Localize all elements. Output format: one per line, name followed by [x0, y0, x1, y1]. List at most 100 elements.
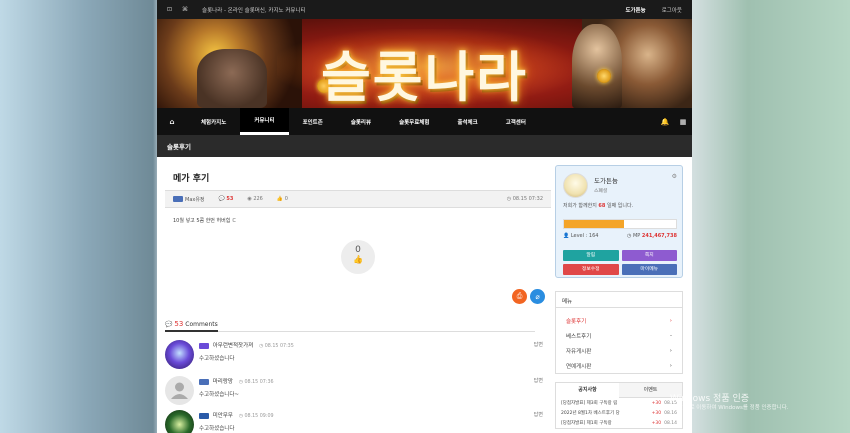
comment-author[interactable]: 마리랑망	[213, 379, 233, 385]
avatar[interactable]	[563, 173, 588, 198]
chevron-right-icon: ›	[669, 347, 672, 354]
comment-icon: 💬	[218, 196, 225, 202]
post-author[interactable]: Max유정	[185, 196, 205, 203]
site-logo[interactable]: 슬롯나라	[157, 33, 692, 108]
eye-icon: ◉	[247, 196, 252, 202]
home-icon[interactable]: ⌂	[157, 118, 187, 126]
reply-button[interactable]: 답변	[534, 341, 543, 348]
comment-text: 수고하셨습니다	[199, 426, 235, 432]
comment-time: ◷ 08.15 09:09	[238, 414, 274, 419]
membership-duration: 저희가 함께한지 68 일째 입니다.	[563, 203, 634, 209]
page-wrapper: ⊡ ⌘ 슬롯나라 - 온라인 슬롯머신, 카지노 커뮤니티 도가튼늉 로그아웃 …	[157, 0, 692, 433]
comment-text: 수고하셨습니다~	[199, 392, 240, 398]
post-meta: Max유정 💬 53 ◉ 226 👍 0 ◷ 08.15 07:32	[165, 190, 551, 208]
default-user-icon	[171, 382, 188, 399]
grid-menu-icon[interactable]: ▦	[674, 118, 692, 126]
notice-row[interactable]: 2022년 8월1차 베스트후기 당 +30 08.16	[556, 408, 682, 418]
profile-name: 도가튼늉	[594, 177, 618, 185]
avatar[interactable]	[165, 340, 194, 369]
comment-time: ◷ 08.15 07:36	[238, 380, 274, 385]
like-count: 👍 0	[276, 196, 288, 202]
comment-time: ◷ 08.15 07:35	[258, 344, 294, 349]
comment-count: 💬 53	[218, 196, 234, 202]
mp-stat: ◷ MP 241,467,738	[626, 233, 677, 239]
comment-item: 미안무무 ◷ 08.15 09:09 수고하셨습니다 답변	[165, 410, 543, 433]
tab-notices[interactable]: 공지사항	[556, 383, 619, 398]
post-body: 10월 넣고 5콤 한번 허버힙 ㄷ	[173, 218, 237, 224]
site-banner[interactable]: 슬롯나라	[157, 19, 692, 108]
exp-progress-fill	[564, 220, 625, 228]
print-icon[interactable]: ⎙	[512, 289, 527, 304]
edit-profile-button[interactable]: 정보수정	[563, 264, 619, 275]
logout-link[interactable]: 로그아웃	[662, 6, 682, 14]
profile-buttons: 알림 쪽지 정보수정 마이메뉴	[563, 250, 677, 275]
comment-text: 수고하셨습니다	[199, 356, 235, 362]
section-title: 슬롯후기	[157, 135, 692, 157]
clock-icon: ◷	[506, 196, 512, 202]
attachment-icon[interactable]: ⌀	[530, 289, 545, 304]
nav-item-community[interactable]: 커뮤니티	[240, 108, 289, 135]
username-link[interactable]: 도가튼늉	[626, 6, 646, 14]
chevron-right-icon: ›	[669, 362, 672, 369]
reply-button[interactable]: 답변	[534, 377, 543, 384]
windows-activation-subtitle: [설정]으로 이동하여 Windows를 정품 인증합니다.	[670, 405, 789, 411]
top-bar: ⊡ ⌘ 슬롯나라 - 온라인 슬롯머신, 카지노 커뮤니티 도가튼늉 로그아웃	[157, 0, 692, 19]
bell-icon[interactable]: 🔔	[656, 118, 674, 126]
thumbs-up-icon: 👍	[353, 255, 363, 264]
notice-row[interactable]: [당첨자발표] 제1회 구독랑 +30 08.14	[556, 418, 682, 428]
profile-level-label: 스폐셜	[594, 189, 608, 194]
nav-item-attendance[interactable]: 출석체크	[443, 108, 491, 135]
bookmark-icon[interactable]: ⊡	[167, 6, 172, 13]
comment-author[interactable]: 아무런변적잣가져	[213, 343, 253, 349]
like-button[interactable]: 0 👍	[341, 240, 375, 274]
comments-header: 💬 53 Comments	[165, 320, 535, 332]
my-menu-button[interactable]: 마이메뉴	[621, 264, 677, 275]
comment-item: 아무런변적잣가져 ◷ 08.15 07:35 수고하셨습니다 답변	[165, 340, 543, 374]
level-badge-icon	[199, 378, 209, 385]
notice-tabs: 공지사항 이벤트	[556, 383, 682, 398]
notification-button[interactable]: 알림	[563, 250, 619, 261]
exp-progress-bar	[563, 219, 677, 229]
clock-icon: ◷	[626, 233, 632, 239]
main-nav: ⌂ 체험카지노 커뮤니티 포인트존 슬롯리뷰 슬롯무료체험 출석체크 고객센터 …	[157, 108, 692, 135]
profile-stats: 👤 Level : 164 ◷ MP 241,467,738	[563, 233, 677, 239]
side-menu-item-entertainment-board[interactable]: 연예게시판 ›	[556, 358, 682, 373]
main-area: 메가 후기 Max유정 💬 53 ◉ 226 👍 0 ◷ 08.15 07:32…	[157, 157, 692, 433]
like-button-count: 0	[355, 245, 361, 255]
avatar[interactable]	[165, 410, 194, 433]
comment-item: 마리랑망 ◷ 08.15 07:36 수고하셨습니다~ 답변	[165, 376, 543, 410]
level-badge-icon	[199, 412, 209, 419]
comment-author[interactable]: 미안무무	[213, 413, 233, 419]
gear-icon[interactable]: ⚙	[672, 173, 677, 180]
profile-card: 도가튼늉 스폐셜 ⚙ 저희가 함께한지 68 일째 입니다. 👤 Level :…	[555, 165, 683, 278]
nav-item-free-trial[interactable]: 슬롯무료체험	[385, 108, 443, 135]
thumb-icon: 👍	[276, 196, 284, 202]
post-title: 메가 후기	[173, 174, 210, 184]
dash-icon: -	[670, 332, 672, 339]
level-badge-icon	[199, 342, 209, 349]
side-menu-item-best-review[interactable]: 베스트후기 -	[556, 328, 682, 343]
nav-item-support[interactable]: 고객센터	[492, 108, 540, 135]
level-badge-icon	[173, 196, 183, 202]
comments-icon: 💬	[165, 321, 173, 328]
level-stat: 👤 Level : 164	[563, 233, 599, 239]
side-menu-item-free-board[interactable]: 자유게시판 ›	[556, 343, 682, 358]
nav-item-slot-review[interactable]: 슬롯리뷰	[337, 108, 385, 135]
reply-button[interactable]: 답변	[534, 411, 543, 418]
nav-item-points[interactable]: 포인트존	[289, 108, 337, 135]
side-menu: 메뉴 슬롯후기 › 베스트후기 - 자유게시판 › 연예게시판 ›	[555, 291, 683, 374]
avatar[interactable]	[165, 376, 194, 405]
user-icon: 👤	[563, 233, 570, 239]
sidebar: 도가튼늉 스폐셜 ⚙ 저희가 함께한지 68 일째 입니다. 👤 Level :…	[555, 165, 683, 429]
post-actions: ⎙ ⌀	[512, 289, 545, 304]
rss-icon[interactable]: ⌘	[182, 6, 188, 13]
notice-row[interactable]: [당첨자발표] 제3회 구독랑 림 +30 08.15	[556, 398, 682, 408]
side-menu-item-slot-review[interactable]: 슬롯후기 ›	[556, 313, 682, 328]
post-date: ◷ 08.15 07:32	[506, 196, 543, 202]
post-content: 메가 후기 Max유정 💬 53 ◉ 226 👍 0 ◷ 08.15 07:32…	[165, 157, 551, 274]
nav-item-casino[interactable]: 체험카지노	[187, 108, 240, 135]
view-count: ◉ 226	[247, 196, 263, 202]
message-button[interactable]: 쪽지	[621, 250, 677, 261]
side-menu-header: 메뉴	[556, 292, 682, 308]
notice-widget: 공지사항 이벤트 [당첨자발표] 제3회 구독랑 림 +30 08.15 2022년…	[555, 382, 683, 429]
